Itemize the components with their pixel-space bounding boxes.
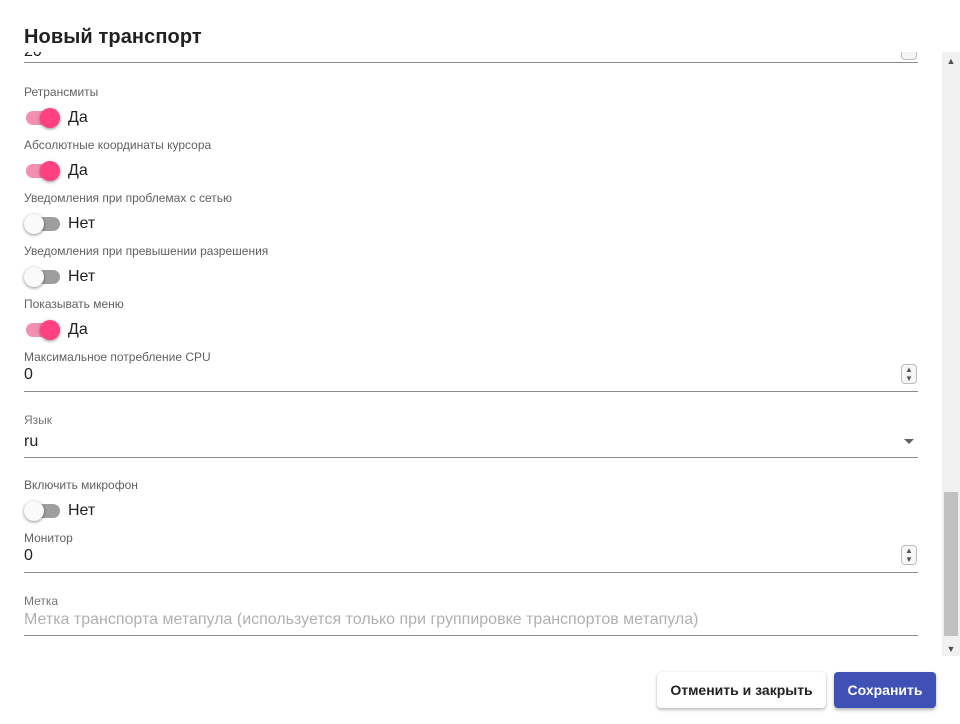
cancel-and-close-button[interactable]: Отменить и закрыть [657, 672, 826, 708]
dialog-content: 20 Ретрансмиты Да Абсолютные координаты … [0, 52, 942, 656]
max-cpu-field[interactable]: 0 ▲ ▼ [24, 362, 918, 392]
show-menu-label: Показывать меню [24, 297, 124, 311]
spinner-icon[interactable]: ▲ ▼ [901, 364, 917, 384]
language-label: Язык [24, 413, 53, 427]
microphone-toggle[interactable] [24, 501, 60, 521]
dropdown-arrow-icon [904, 439, 914, 444]
spinner-icon[interactable] [901, 52, 917, 60]
save-button[interactable]: Сохранить [834, 672, 936, 708]
spinner-icon[interactable]: ▲ ▼ [901, 545, 917, 565]
absolute-cursor-label: Абсолютные координаты курсора [24, 138, 212, 152]
scroll-up-icon[interactable]: ▲ [946, 56, 956, 66]
language-select[interactable]: ru [24, 428, 918, 458]
microphone-state: Нет [68, 502, 96, 519]
monitor-value: 0 [24, 547, 33, 564]
toggle-thumb [24, 267, 44, 287]
microphone-label: Включить микрофон [24, 478, 138, 492]
toggle-thumb [24, 501, 44, 521]
spinner-down-icon[interactable]: ▼ [905, 375, 913, 383]
spinner-down-icon[interactable]: ▼ [905, 556, 913, 564]
tag-field[interactable] [24, 608, 918, 636]
toggle-thumb [40, 320, 60, 340]
show-menu-state: Да [68, 321, 88, 338]
dialog-title: Новый транспорт [24, 26, 202, 48]
show-menu-toggle[interactable] [24, 320, 60, 340]
resolution-warnings-state: Нет [68, 268, 96, 285]
resolution-warnings-toggle[interactable] [24, 267, 60, 287]
retransmits-label: Ретрансмиты [24, 85, 99, 99]
content-scrollbar[interactable]: ▲ ▼ [942, 52, 960, 656]
language-value: ru [24, 433, 39, 450]
scrollbar-thumb[interactable] [944, 492, 958, 636]
network-warnings-label: Уведомления при проблемах с сетью [24, 191, 233, 205]
previous-number-value: 20 [24, 52, 42, 61]
retransmits-toggle[interactable] [24, 108, 60, 128]
toggle-thumb [24, 214, 44, 234]
tag-input[interactable] [24, 611, 918, 629]
toggle-thumb [40, 161, 60, 181]
spinner-up-icon[interactable]: ▲ [905, 366, 913, 374]
retransmits-state: Да [68, 109, 88, 126]
absolute-cursor-state: Да [68, 162, 88, 179]
scroll-down-icon[interactable]: ▼ [946, 644, 956, 654]
dialog-actions: Отменить и закрыть Сохранить [0, 660, 960, 724]
network-warnings-state: Нет [68, 215, 96, 232]
tag-label: Метка [24, 594, 59, 608]
network-warnings-toggle[interactable] [24, 214, 60, 234]
max-cpu-value: 0 [24, 366, 33, 383]
toggle-thumb [40, 108, 60, 128]
resolution-warnings-label: Уведомления при превышении разрешения [24, 244, 269, 258]
absolute-cursor-toggle[interactable] [24, 161, 60, 181]
previous-number-field[interactable]: 20 [24, 52, 918, 63]
spinner-up-icon[interactable]: ▲ [905, 547, 913, 555]
monitor-field[interactable]: 0 ▲ ▼ [24, 543, 918, 573]
